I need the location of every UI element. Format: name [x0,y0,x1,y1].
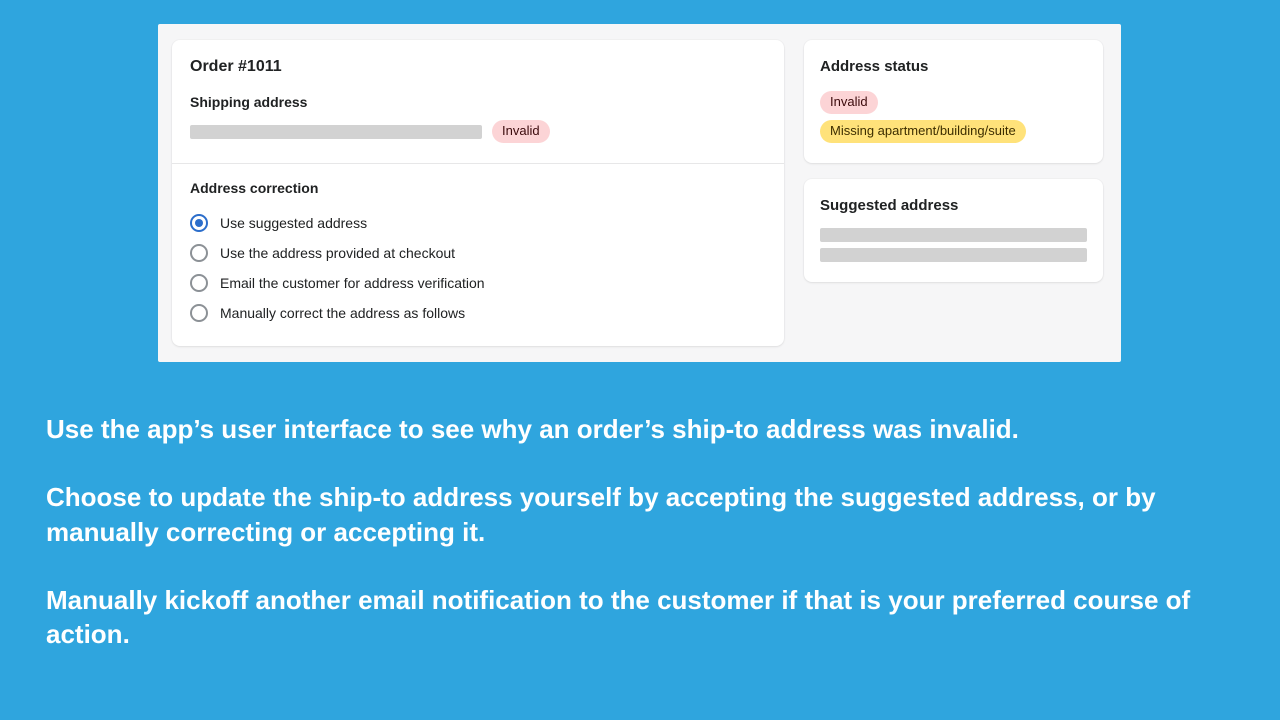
redacted-suggested-line-2 [820,248,1087,262]
radio-use-suggested[interactable]: Use suggested address [190,208,766,238]
left-column: Order #1011 Shipping address Invalid Add… [172,40,784,344]
radio-use-checkout-address[interactable]: Use the address provided at checkout [190,238,766,268]
marketing-copy: Use the app’s user interface to see why … [46,412,1244,652]
marketing-p2: Choose to update the ship-to address you… [46,480,1244,549]
order-card: Order #1011 Shipping address Invalid Add… [172,40,784,346]
address-status-card: Address status Invalid Missing apartment… [804,40,1103,163]
suggested-address-title: Suggested address [820,197,1087,214]
order-title: Order #1011 [190,58,766,76]
status-badge-missing-unit: Missing apartment/building/suite [820,120,1026,143]
radio-icon [190,214,208,232]
radio-label: Manually correct the address as follows [220,305,465,321]
redacted-suggested-line-1 [820,228,1087,242]
radio-label: Use the address provided at checkout [220,245,455,261]
address-correction-title: Address correction [190,180,766,196]
marketing-p1: Use the app’s user interface to see why … [46,412,1244,446]
shipping-address-label: Shipping address [190,94,766,110]
marketing-p3: Manually kickoff another email notificat… [46,583,1244,652]
radio-icon [190,274,208,292]
radio-icon [190,304,208,322]
invalid-badge: Invalid [492,120,550,143]
redacted-address-text [190,125,482,139]
right-column: Address status Invalid Missing apartment… [804,40,1103,344]
suggested-address-card: Suggested address [804,179,1103,282]
radio-manual-correct[interactable]: Manually correct the address as follows [190,298,766,328]
order-header: Order #1011 Shipping address Invalid [172,40,784,163]
radio-label: Email the customer for address verificat… [220,275,485,291]
status-badges-row: Invalid Missing apartment/building/suite [820,91,1087,143]
app-panel: Order #1011 Shipping address Invalid Add… [158,24,1121,362]
radio-label: Use suggested address [220,215,367,231]
suggested-address-body [820,228,1087,262]
address-status-title: Address status [820,58,1087,75]
shipping-address-row: Invalid [190,120,766,143]
address-correction-section: Address correction Use suggested address… [172,164,784,346]
radio-icon [190,244,208,262]
radio-email-customer[interactable]: Email the customer for address verificat… [190,268,766,298]
status-badge-invalid: Invalid [820,91,878,114]
